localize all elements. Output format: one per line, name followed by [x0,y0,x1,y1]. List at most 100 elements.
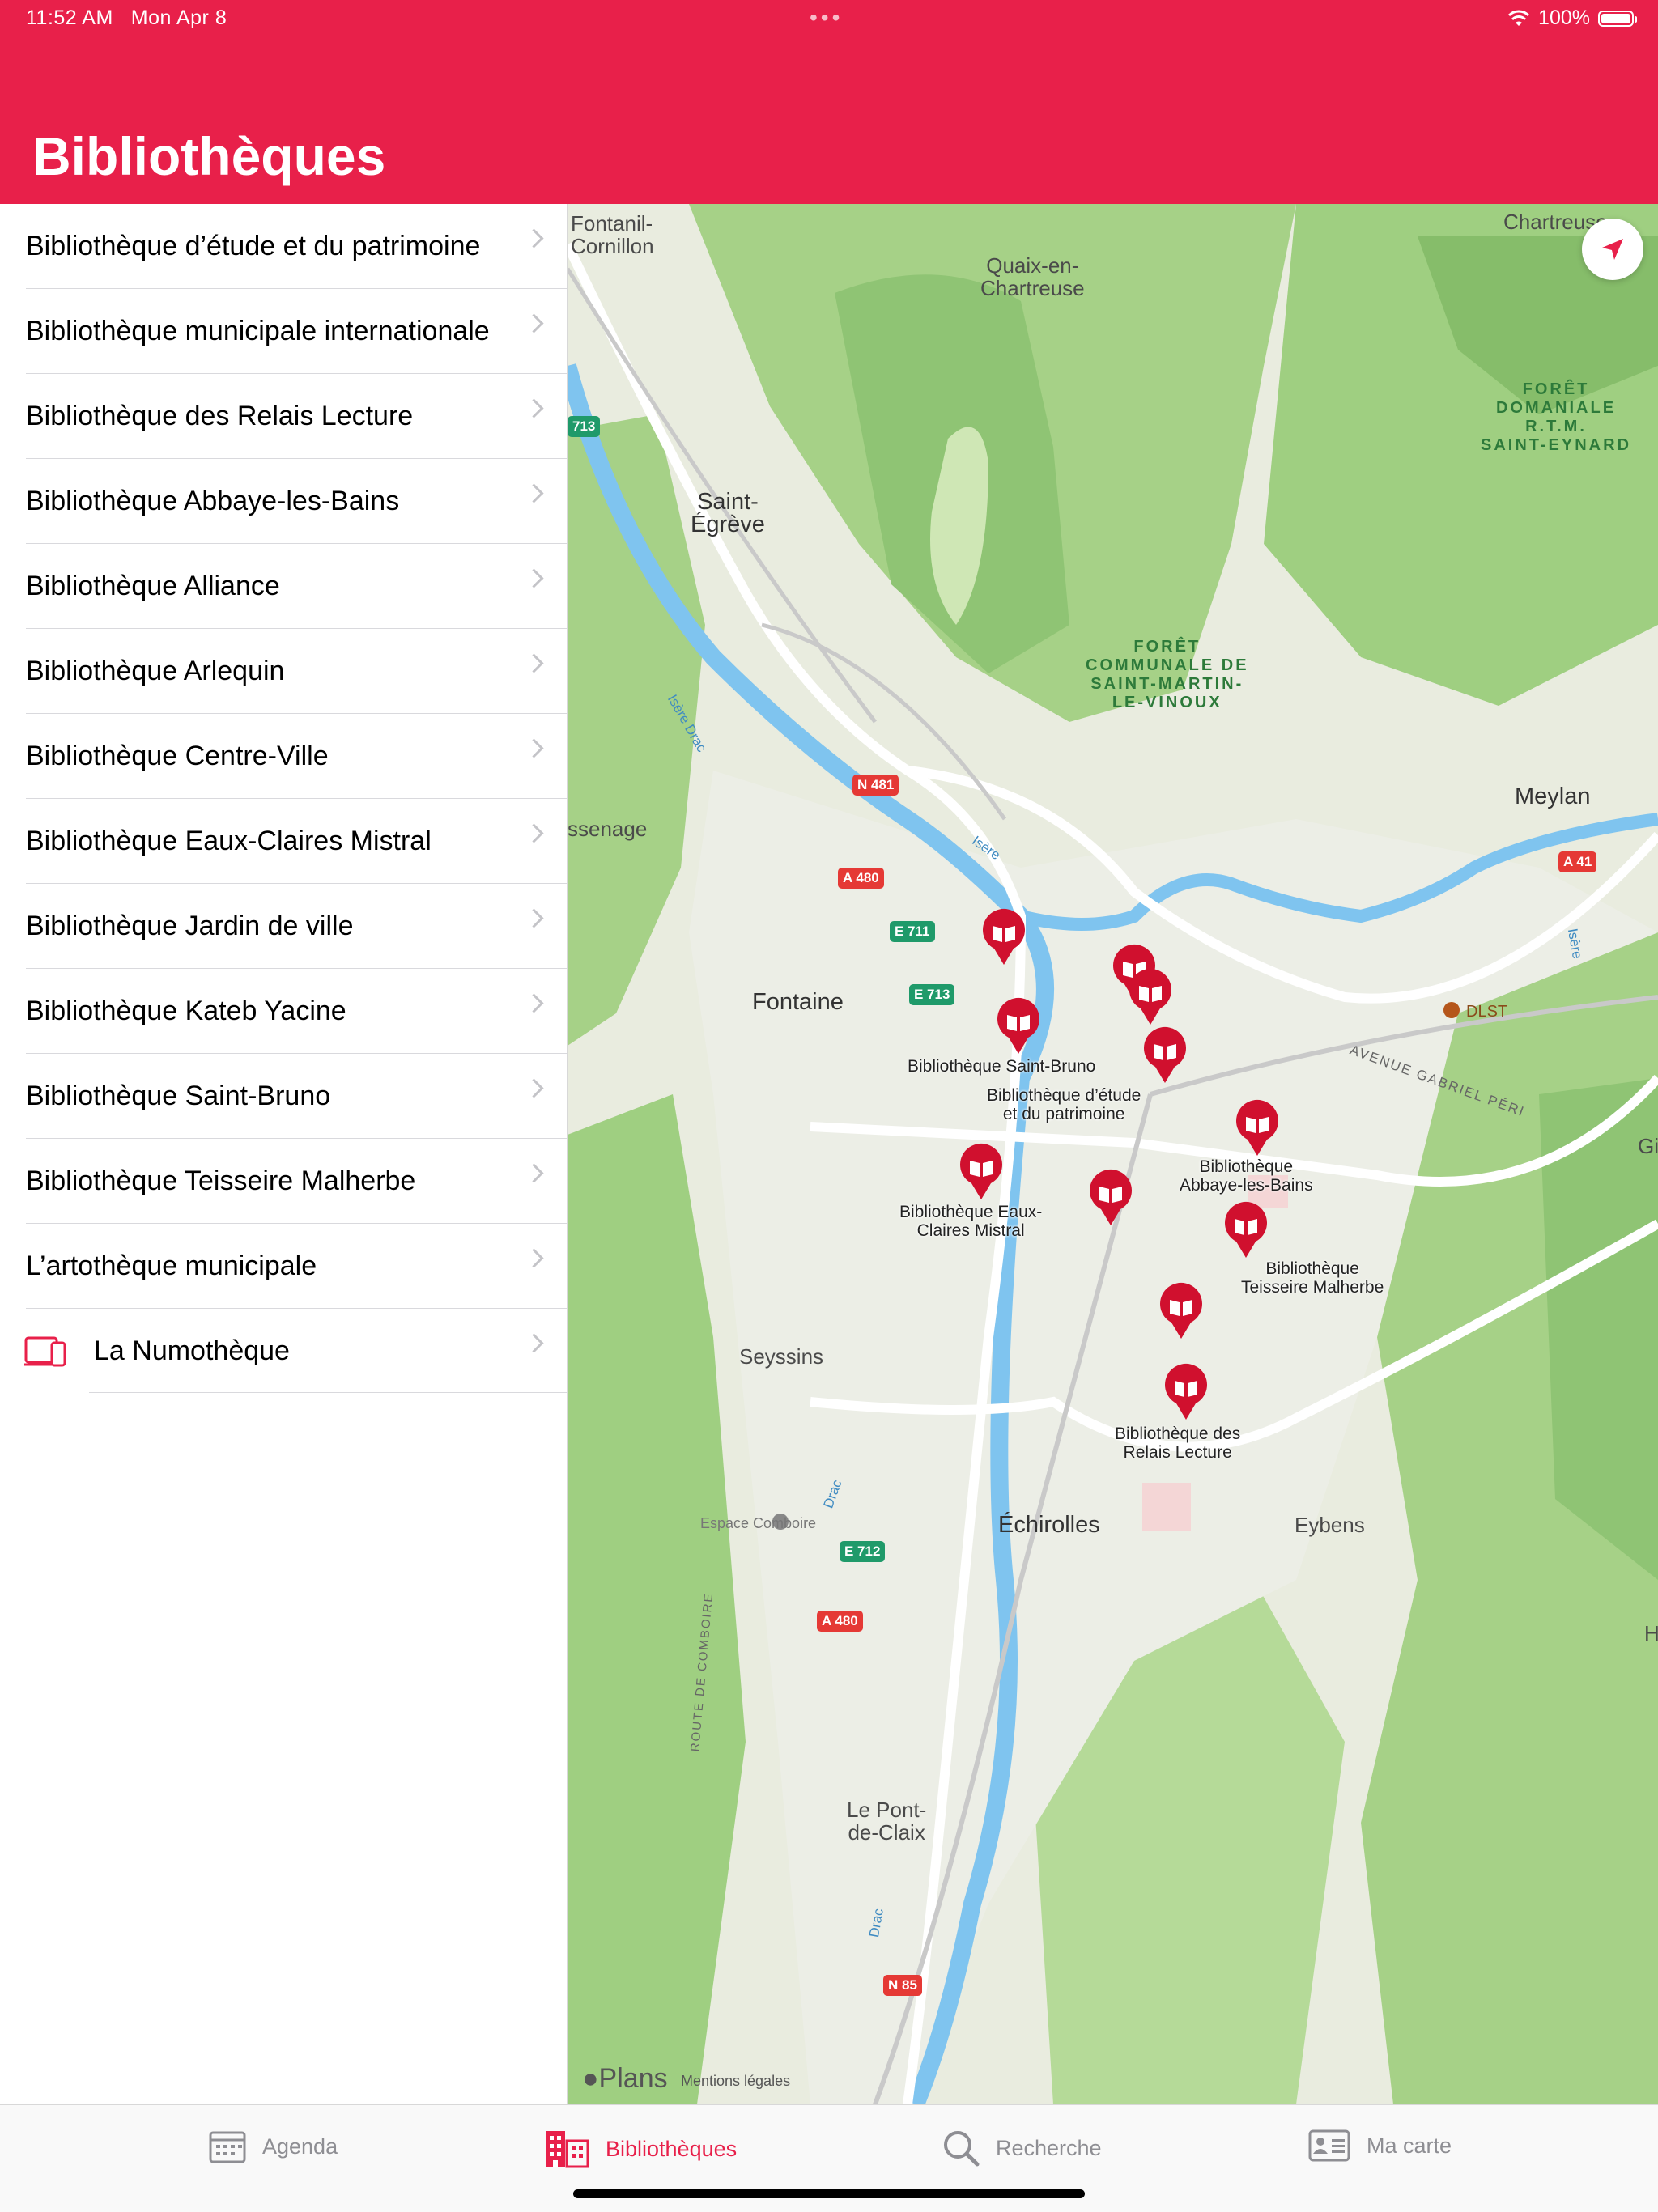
list-item[interactable]: Bibliothèque Alliance [26,544,567,629]
status-time: 11:52 AM [26,6,113,29]
list-item[interactable]: Bibliothèque Kateb Yacine [26,969,567,1054]
plans-label: Plans [598,2063,668,2094]
library-pin[interactable] [1126,968,1175,1026]
list-item-label: Bibliothèque Centre-Ville [26,740,329,771]
place-gi: Gi [1638,1134,1658,1158]
row-separator [89,1392,567,1393]
road-shield: E 712 [840,1541,886,1562]
list-item[interactable]: Bibliothèque Saint-Bruno [26,1054,567,1139]
building-icon [546,2131,589,2168]
list-item[interactable]: Bibliothèque Jardin de ville [26,884,567,969]
road-shield: 713 [568,416,601,437]
pin-label-eaux-claires: Bibliothèque Eaux- Claires Mistral [899,1203,1043,1240]
navigation-header: 11:52 AM Mon Apr 8 ••• 100% Bibliothèques [0,0,1658,204]
pin-label-etude: Bibliothèque d’étude et du patrimoine [987,1086,1141,1123]
place-eybens: Eybens [1295,1513,1365,1537]
place-quaix: Quaix-en- Chartreuse [980,253,1085,300]
pin-label-abbaye: Bibliothèque Abbaye-les-Bains [1180,1157,1313,1195]
list-item-numotheque[interactable]: La Numothèque [0,1309,567,1393]
home-indicator[interactable] [573,2189,1085,2198]
forest-saint-martin: FORÊT COMMUNALE DE SAINT-MARTIN- LE-VINO… [1086,638,1249,711]
tab-agenda[interactable]: Agenda [209,2129,338,2163]
chevron-right-icon [524,228,544,248]
place-sassenage: ssenage [568,817,648,841]
chevron-right-icon [524,483,544,503]
search-icon [944,2131,980,2167]
chevron-right-icon [524,1333,544,1353]
place-fontaine: Fontaine [752,989,844,1015]
poi-dlst: DLST [1466,1003,1508,1021]
place-seyssins: Seyssins [739,1344,824,1369]
road-shield: E 711 [890,921,935,942]
list-item[interactable]: Bibliothèque Centre-Ville [26,714,567,799]
list-item-label: Bibliothèque Eaux-Claires Mistral [26,825,432,856]
apple-logo-icon: ● [582,2063,599,2094]
place-pont-de-claix: Le Pont- de-Claix [847,1798,927,1845]
road-shield: N 481 [852,775,899,796]
library-pin[interactable] [1157,1282,1205,1340]
tab-ma-carte[interactable]: Ma carte [1308,2129,1452,2162]
list-item-label: Bibliothèque Teisseire Malherbe [26,1165,416,1196]
library-pin[interactable] [980,908,1028,966]
library-pin-eaux-claires[interactable] [957,1143,1005,1201]
chevron-right-icon [524,568,544,588]
chevron-right-icon [524,993,544,1013]
chevron-right-icon [524,1248,544,1268]
locate-me-button[interactable] [1582,219,1643,280]
chevron-right-icon [524,313,544,333]
list-item-label: Bibliothèque Jardin de ville [26,910,354,941]
list-item-label: La Numothèque [94,1335,290,1366]
tab-bibliotheques[interactable]: Bibliothèques [544,2129,737,2168]
library-pin-relais[interactable] [1162,1363,1210,1421]
place-fontanil: Fontanil- Cornillon [571,211,654,258]
list-item[interactable]: Bibliothèque Arlequin [26,629,567,714]
location-arrow-icon [1602,239,1623,260]
library-pin[interactable] [1086,1169,1135,1227]
tab-label: Ma carte [1367,2133,1452,2158]
chevron-right-icon [524,823,544,843]
tab-label: Bibliothèques [606,2136,738,2161]
list-item-label: Bibliothèque Arlequin [26,655,285,686]
list-item-label: Bibliothèque Abbaye-les-Bains [26,485,400,516]
library-pin-teisseire[interactable] [1222,1201,1270,1259]
library-pin-etude[interactable] [1141,1026,1189,1085]
library-list: Bibliothèque d’étude et du patrimoine Bi… [0,204,568,2104]
list-item[interactable]: Bibliothèque municipale internationale [26,289,567,374]
list-item[interactable]: Bibliothèque d’étude et du patrimoine [26,204,567,289]
pin-label-saint-bruno: Bibliothèque Saint-Bruno [908,1057,1096,1076]
tab-recherche[interactable]: Recherche [942,2129,1102,2167]
list-item[interactable]: Bibliothèque Eaux-Claires Mistral [26,799,567,884]
chevron-right-icon [524,1163,544,1183]
list-item-label: L’artothèque municipale [26,1250,317,1281]
pin-label-relais: Bibliothèque des Relais Lecture [1115,1424,1241,1462]
multitasking-dots-icon[interactable]: ••• [810,5,843,31]
list-item[interactable]: Bibliothèque Abbaye-les-Bains [26,459,567,544]
status-bar-time: 11:52 AM Mon Apr 8 [26,6,244,30]
battery-percent: 100% [1538,6,1590,29]
tab-label: Agenda [262,2133,338,2159]
id-card-icon [1308,2129,1350,2162]
library-pin-saint-bruno[interactable] [994,997,1043,1055]
calendar-icon [209,2131,246,2163]
list-item-label: Bibliothèque Saint-Bruno [26,1080,331,1111]
legal-notice-link[interactable]: Mentions légales [681,2073,790,2090]
tab-label: Recherche [996,2135,1102,2160]
list-item[interactable]: Bibliothèque des Relais Lecture [26,374,567,459]
battery-icon [1598,10,1637,27]
devices-icon [24,1336,66,1367]
place-echirolles: Échirolles [998,1512,1100,1538]
road-shield: A 41 [1558,851,1597,872]
chevron-right-icon [524,738,544,758]
list-item[interactable]: L’artothèque municipale [26,1224,567,1309]
place-h: H [1644,1621,1658,1645]
place-saint-egreve: Saint- Égrève [691,489,765,537]
chevron-right-icon [524,1078,544,1098]
list-item[interactable]: Bibliothèque Teisseire Malherbe [26,1139,567,1224]
library-pin-abbaye[interactable] [1233,1099,1282,1157]
map-view[interactable]: Fontanil- Cornillon Quaix-en- Chartreuse… [568,204,1658,2104]
page-title: Bibliothèques [32,126,386,186]
list-item-label: Bibliothèque Kateb Yacine [26,995,346,1026]
list-item-label: Bibliothèque d’étude et du patrimoine [26,230,481,261]
poi-espace-comboire: Espace Comboire [700,1515,817,1531]
pin-label-teisseire: Bibliothèque Teisseire Malherbe [1241,1259,1384,1297]
